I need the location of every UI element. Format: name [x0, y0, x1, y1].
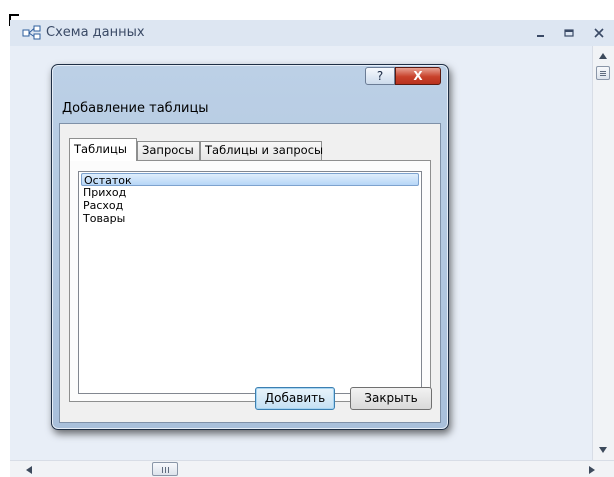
tab-queries[interactable]: Запросы: [137, 141, 200, 160]
list-item[interactable]: Остаток: [81, 173, 419, 187]
restore-icon: [564, 29, 574, 37]
tab-label: Таблицы и запросы: [205, 143, 324, 157]
window-corner-top: [9, 14, 19, 16]
close-button[interactable]: Закрыть: [350, 387, 432, 410]
scroll-left-icon[interactable]: [25, 465, 33, 475]
dialog-close-button[interactable]: X: [395, 67, 441, 85]
minimize-icon: [537, 35, 544, 37]
horizontal-scrollbar[interactable]: [10, 460, 614, 477]
list-item[interactable]: Приход: [81, 186, 419, 199]
add-table-dialog: Добавление таблицы ? X Таблицы Запросы Т…: [51, 64, 449, 430]
minimize-button[interactable]: [528, 20, 554, 46]
close-icon: X: [413, 69, 423, 83]
help-button[interactable]: ?: [365, 67, 395, 85]
scroll-up-icon[interactable]: [598, 52, 608, 60]
list-item[interactable]: Товары: [81, 212, 419, 225]
dialog-body: Таблицы Запросы Таблицы и запросы Остато…: [59, 123, 441, 423]
tab-tables-and-queries[interactable]: Таблицы и запросы: [200, 141, 324, 160]
vertical-scroll-thumb[interactable]: [596, 66, 610, 80]
relationships-icon: [22, 25, 41, 40]
help-icon: ?: [376, 69, 384, 83]
close-icon: [594, 28, 604, 38]
list-item[interactable]: Расход: [81, 199, 419, 212]
restore-button[interactable]: [556, 20, 582, 46]
scroll-down-icon[interactable]: [598, 446, 608, 454]
close-document-button[interactable]: [586, 20, 612, 46]
dialog-title: Добавление таблицы: [62, 101, 209, 116]
document-title-bar: Схема данных: [10, 20, 614, 46]
tab-tables[interactable]: Таблицы: [69, 138, 137, 161]
table-list[interactable]: Остаток Приход Расход Товары: [78, 171, 422, 394]
add-button[interactable]: Добавить: [255, 387, 335, 410]
horizontal-scroll-thumb[interactable]: [152, 462, 178, 476]
app-window: Схема данных Добавление таблицы ? X Табл…: [0, 0, 614, 477]
tab-label: Таблицы: [74, 142, 127, 156]
tab-label: Запросы: [142, 143, 194, 157]
tab-panel: Остаток Приход Расход Товары: [69, 160, 431, 402]
scroll-right-icon[interactable]: [588, 465, 596, 475]
vertical-scrollbar[interactable]: [592, 46, 614, 460]
window-title: Схема данных: [46, 25, 145, 40]
